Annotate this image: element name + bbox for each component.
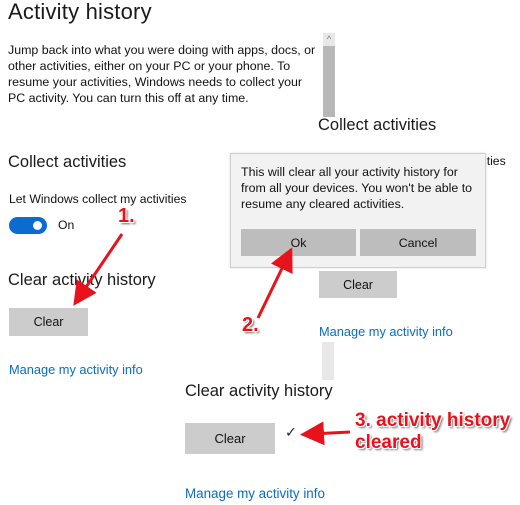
annotation-step3-line1: 3. activity history: [355, 410, 511, 431]
annotation-step3-line2: cleared: [355, 432, 422, 453]
arrow-step3: [300, 421, 351, 446]
arrow-step1: [73, 233, 124, 306]
arrow-step2: [256, 247, 293, 319]
annotation-step3: 3. activity history cleared: [355, 410, 510, 454]
annotation-step1: 1.: [118, 205, 135, 227]
annotation-step2: 2.: [242, 314, 259, 336]
